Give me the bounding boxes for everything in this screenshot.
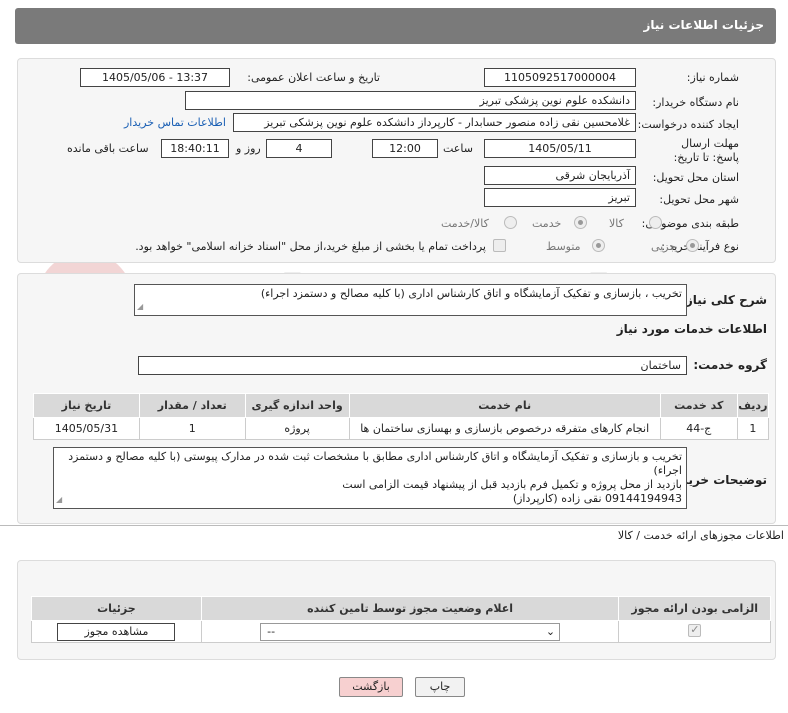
need-number-label: شماره نیاز: — [686, 71, 739, 84]
cell-row: 1 — [736, 417, 770, 440]
process-radio-medium[interactable] — [592, 239, 605, 252]
cell-permit-details: مشاهده مجوز — [31, 620, 202, 643]
city-field[interactable]: تبریز — [484, 188, 636, 207]
service-group-field[interactable]: ساختمان — [138, 356, 687, 375]
process-minor-label: جزیی — [651, 240, 677, 253]
category-radio-goods[interactable] — [649, 216, 662, 229]
view-permit-button[interactable]: مشاهده مجوز — [57, 622, 176, 641]
col-permit-required: الزامی بودن ارائه مجوز — [618, 596, 771, 621]
announce-label: تاریخ و ساعت اعلان عمومی: — [247, 71, 380, 84]
days-remaining-field[interactable]: 4 — [266, 139, 332, 158]
col-code: کد خدمت — [659, 393, 738, 418]
category-service-label: خدمت — [532, 217, 562, 230]
cell-unit: پروژه — [244, 417, 350, 440]
table-row: -- ⌄ مشاهده مجوز — [31, 620, 771, 643]
deadline-label: مهلت ارسال پاسخ: تا تاریخ: — [673, 137, 739, 164]
cell-qty: 1 — [138, 417, 246, 440]
permit-required-checkbox[interactable] — [688, 623, 702, 637]
buyer-org-label: نام دستگاه خریدار: — [652, 96, 739, 109]
cell-name: انجام کارهای متفرقه درخصوص بازسازی و بهس… — [348, 417, 661, 440]
buyer-org-field[interactable]: دانشکده علوم نوین پزشکی تبریز — [185, 91, 636, 110]
remaining-label: ساعت باقی مانده — [67, 142, 149, 155]
col-date: تاریخ نیاز — [33, 393, 140, 418]
deadline-date-field[interactable]: 1405/05/11 — [484, 139, 636, 158]
days-label: روز و — [236, 142, 261, 155]
process-radio-minor[interactable] — [686, 239, 699, 252]
deadline-time-label: ساعت — [443, 142, 473, 155]
services-title: اطلاعات خدمات مورد نیاز — [616, 322, 767, 336]
col-permit-details: جزئیات — [31, 596, 202, 621]
resize-grip-icon[interactable]: ◢ — [137, 300, 143, 314]
province-label: استان محل تحویل: — [652, 171, 739, 184]
print-button[interactable]: چاپ — [415, 677, 465, 697]
col-row: ردیف — [736, 393, 770, 418]
cell-date: 1405/05/31 — [33, 417, 140, 440]
category-radio-goods-service[interactable] — [504, 216, 517, 229]
category-radio-service[interactable] — [574, 216, 587, 229]
resize-grip-icon[interactable]: ◢ — [56, 493, 62, 507]
need-number-field[interactable]: 1105092517000004 — [484, 68, 636, 87]
buyer-notes-line-2: بازدید از محل پروژه و تکمیل فرم بازدید ق… — [342, 478, 682, 491]
category-goods-label: کالا — [609, 217, 624, 230]
need-summary-label: شرح کلی نیاز: — [681, 293, 767, 307]
buyer-notes-line-3: 09144194943 نقی زاده (کارپرداز) — [512, 492, 682, 505]
cell-code: ج-44 — [659, 417, 738, 440]
services-table: ردیف کد خدمت نام خدمت واحد اندازه گیری ت… — [33, 393, 770, 440]
col-permit-status: اعلام وضعیت مجوز توسط تامین کننده — [200, 596, 620, 621]
permit-status-value: -- — [267, 624, 276, 638]
category-goods-service-label: کالا/خدمت — [441, 217, 489, 230]
city-label: شهر محل تحویل: — [659, 193, 739, 206]
cell-permit-required — [618, 620, 771, 643]
page-header: جزئیات اطلاعات نیاز — [15, 8, 776, 44]
section-divider — [0, 525, 788, 526]
permits-section-title: اطلاعات مجوزهای ارائه خدمت / کالا — [617, 529, 784, 542]
announce-date-field[interactable]: 1405/05/06 - 13:37 — [80, 68, 230, 87]
chevron-down-icon: ⌄ — [545, 624, 556, 638]
buyer-contact-link[interactable]: اطلاعات تماس خریدار — [124, 116, 226, 129]
table-row: 1 ج-44 انجام کارهای متفرقه درخصوص بازساز… — [33, 417, 770, 440]
back-button[interactable]: بازگشت — [339, 677, 403, 697]
col-qty: تعداد / مقدار — [138, 393, 246, 418]
creator-label: ایجاد کننده درخواست: — [637, 118, 739, 131]
treasury-payment-note: پرداخت تمام یا بخشی از مبلغ خرید،از محل … — [135, 240, 486, 253]
service-group-label: گروه خدمت: — [693, 358, 767, 372]
deadline-time-field[interactable]: 12:00 — [372, 139, 438, 158]
need-summary-text: تخریب ، بازسازی و تفکیک آزمایشگاه و اتاق… — [260, 287, 682, 300]
province-field[interactable]: آذربایجان شرقی — [484, 166, 636, 185]
services-table-header: ردیف کد خدمت نام خدمت واحد اندازه گیری ت… — [33, 393, 770, 418]
permit-status-select[interactable]: -- ⌄ — [260, 622, 561, 641]
remaining-time-field[interactable]: 18:40:11 — [161, 139, 229, 158]
process-medium-label: متوسط — [546, 240, 581, 253]
buyer-notes-textarea[interactable]: تخریب و بازسازی و تفکیک آزمایشگاه و اتاق… — [53, 447, 687, 509]
col-name: نام خدمت — [348, 393, 661, 418]
page-title: جزئیات اطلاعات نیاز — [643, 18, 764, 32]
creator-field[interactable]: غلامحسین نقی زاده منصور حسابدار - کارپرد… — [233, 113, 636, 132]
permits-table: الزامی بودن ارائه مجوز اعلام وضعیت مجوز … — [31, 596, 771, 643]
need-summary-textarea[interactable]: تخریب ، بازسازی و تفکیک آزمایشگاه و اتاق… — [134, 284, 687, 316]
treasury-payment-checkbox[interactable] — [493, 239, 506, 252]
permits-table-header: الزامی بودن ارائه مجوز اعلام وضعیت مجوز … — [31, 596, 771, 621]
buyer-notes-line-1: تخریب و بازسازی و تفکیک آزمایشگاه و اتاق… — [68, 450, 682, 477]
col-unit: واحد اندازه گیری — [244, 393, 350, 418]
cell-permit-status: -- ⌄ — [200, 620, 620, 643]
